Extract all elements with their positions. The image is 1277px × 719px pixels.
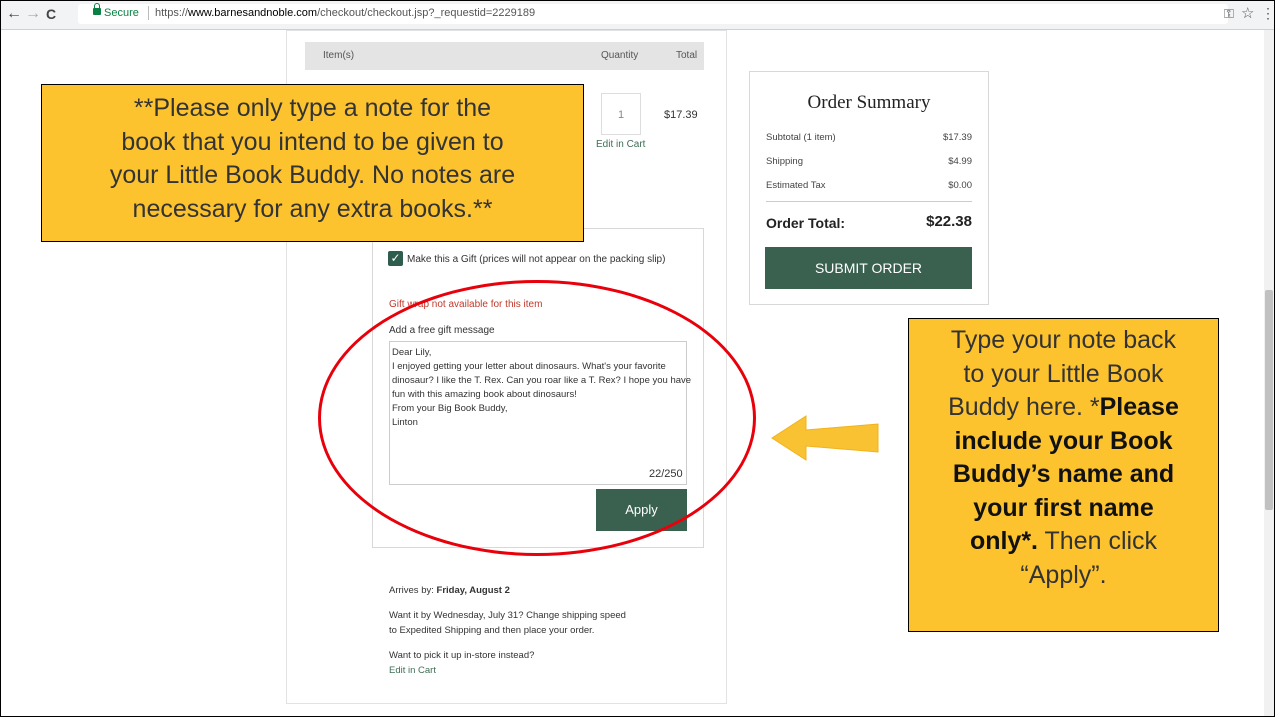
instruction-callout-right-text: Type your note back to your Little Book … bbox=[910, 324, 1217, 592]
scrollbar-thumb[interactable] bbox=[1265, 290, 1273, 510]
gift-checkbox-label: Make this a Gift (prices will not appear… bbox=[407, 254, 666, 265]
callout-right-text-normal: Then click bbox=[1038, 527, 1158, 555]
lock-icon bbox=[93, 3, 101, 15]
instruction-callout-top-text: **Please only type a note for the book t… bbox=[44, 92, 581, 226]
url-path: /checkout/checkout.jsp?_requestid=222918… bbox=[317, 7, 536, 19]
summary-divider bbox=[766, 201, 972, 202]
pickup-edit-in-cart-link[interactable]: Edit in Cart bbox=[389, 665, 436, 676]
highlight-ellipse bbox=[318, 280, 756, 556]
expedite-line-1: Want it by Wednesday, July 31? Change sh… bbox=[389, 610, 626, 621]
callout-right-text-bold: Please bbox=[1099, 393, 1179, 421]
back-button[interactable]: ← bbox=[6, 5, 22, 23]
quantity-field[interactable]: 1 bbox=[601, 93, 641, 135]
secure-label: Secure bbox=[104, 7, 139, 19]
url-text[interactable]: https://www.barnesandnoble.com/checkout/… bbox=[155, 7, 535, 19]
reload-button[interactable]: C bbox=[46, 5, 56, 23]
tax-label: Estimated Tax bbox=[766, 180, 826, 191]
callout-right-line: Buddy’s name and bbox=[952, 460, 1175, 488]
callout-right-line: Type your note back bbox=[950, 326, 1177, 354]
expedite-line-2: to Expedited Shipping and then place you… bbox=[389, 625, 595, 636]
menu-icon[interactable]: ⋮ bbox=[1261, 5, 1275, 22]
tax-value: $0.00 bbox=[948, 180, 972, 191]
order-total-value: $22.38 bbox=[926, 213, 972, 230]
key-icon[interactable]: ⚿ bbox=[1224, 6, 1234, 22]
star-icon[interactable]: ☆ bbox=[1241, 4, 1254, 22]
arrival-info: Arrives by: Friday, August 2 bbox=[389, 585, 510, 596]
pointer-arrow-icon bbox=[771, 415, 879, 461]
callout-top-line: necessary for any extra books.** bbox=[132, 194, 493, 223]
edit-in-cart-link[interactable]: Edit in Cart bbox=[596, 139, 645, 150]
shipping-label: Shipping bbox=[766, 156, 803, 167]
subtotal-label: Subtotal (1 item) bbox=[766, 132, 836, 143]
callout-top-line: your Little Book Buddy. No notes are bbox=[109, 161, 516, 189]
items-column-header: Item(s) bbox=[323, 50, 355, 61]
order-total-label: Order Total: bbox=[766, 215, 846, 231]
gift-checkbox[interactable]: ✓ bbox=[388, 251, 403, 266]
callout-right-line: your first name bbox=[973, 493, 1154, 522]
callout-right-line: only*. Then click bbox=[910, 525, 1217, 559]
items-table-header bbox=[305, 42, 704, 70]
forward-button[interactable]: → bbox=[25, 5, 41, 23]
submit-order-button[interactable]: SUBMIT ORDER bbox=[765, 247, 972, 289]
callout-right-line: include your Book bbox=[954, 426, 1173, 455]
arrives-by-label: Arrives by: bbox=[389, 585, 434, 596]
order-summary-title: Order Summary bbox=[807, 92, 931, 113]
callout-top-line: book that you intend to be given to bbox=[121, 127, 504, 156]
callout-right-text-normal: Buddy here. * bbox=[948, 393, 1100, 421]
callout-right-line: to your Little Book bbox=[963, 359, 1164, 388]
quantity-column-header: Quantity bbox=[601, 50, 639, 61]
arrival-date: Friday, August 2 bbox=[436, 585, 510, 596]
callout-right-line: “Apply”. bbox=[1020, 560, 1107, 589]
callout-right-line: Buddy here. *Please bbox=[910, 391, 1217, 425]
url-prefix: https:// bbox=[155, 7, 189, 19]
item-price: $17.39 bbox=[664, 109, 698, 121]
callout-top-line: **Please only type a note for the bbox=[133, 94, 492, 122]
total-column-header: Total bbox=[676, 50, 698, 61]
pickup-question: Want to pick it up in-store instead? bbox=[389, 650, 535, 661]
callout-right-text-bold: only*. bbox=[969, 527, 1039, 555]
subtotal-value: $17.39 bbox=[942, 132, 972, 143]
address-divider bbox=[148, 6, 149, 20]
url-domain: www.barnesandnoble.com bbox=[188, 7, 318, 19]
shipping-value: $4.99 bbox=[948, 156, 972, 167]
